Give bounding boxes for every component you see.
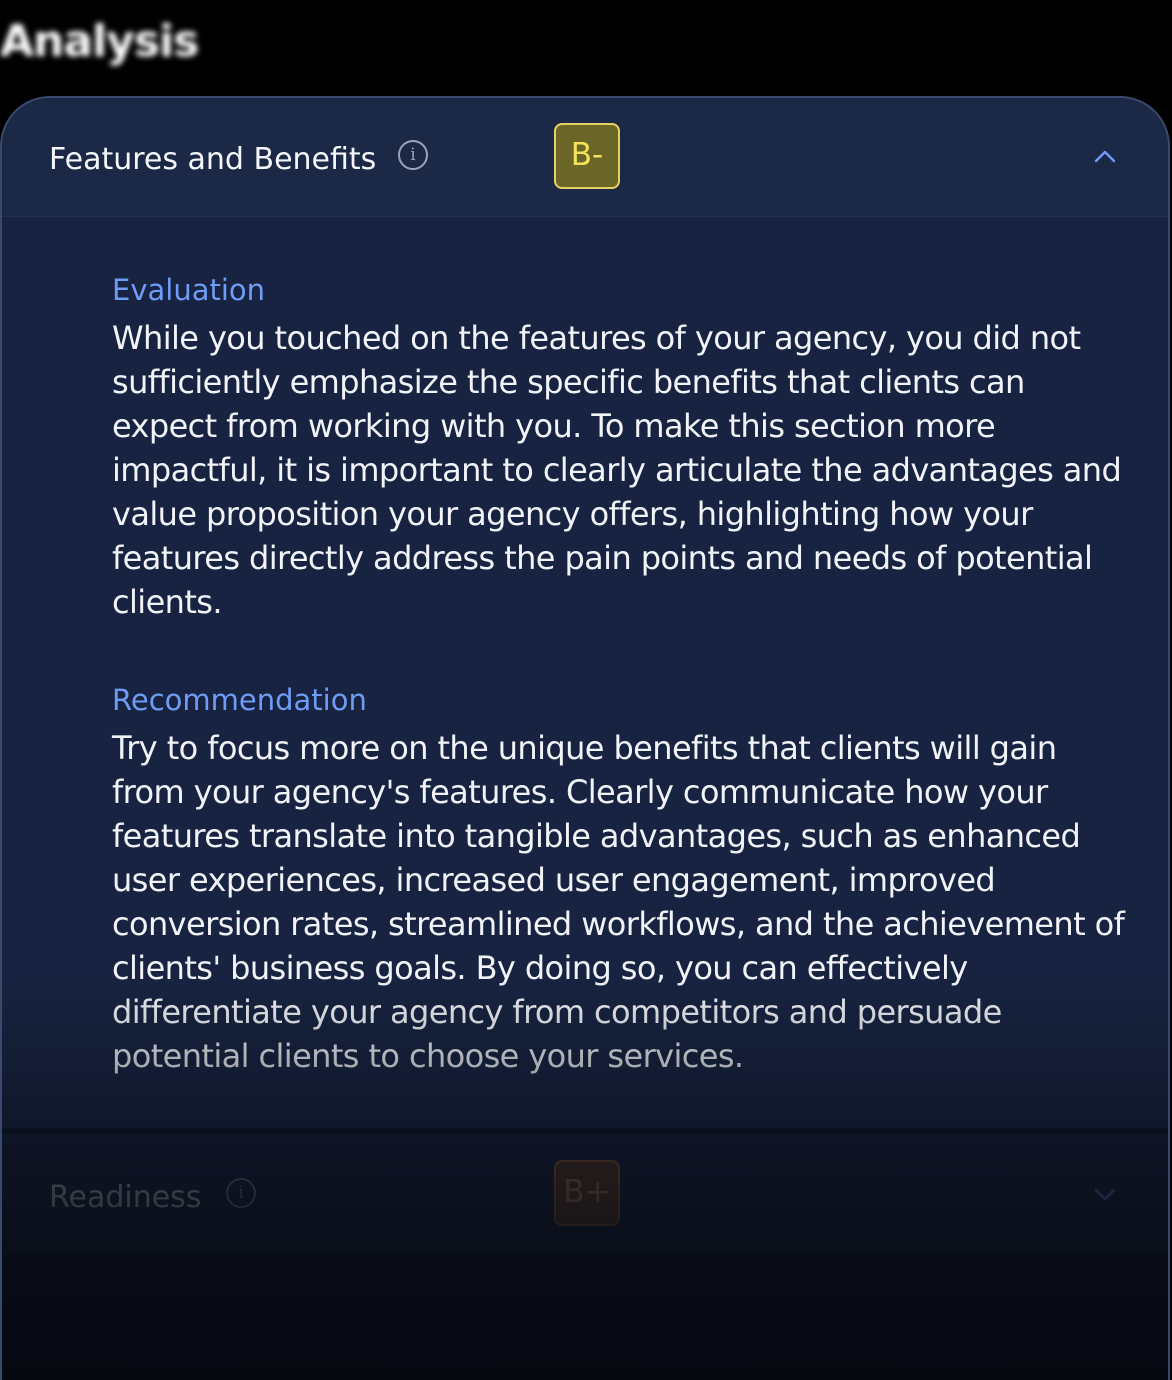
- recommendation-label: Recommendation: [112, 683, 367, 717]
- grade-badge: B-: [554, 123, 620, 189]
- analysis-panel: Features and Benefits i B- Evaluation Wh…: [0, 96, 1170, 1380]
- evaluation-text: While you touched on the features of you…: [112, 319, 1122, 621]
- grade-badge: B+: [554, 1160, 620, 1226]
- recommendation-text: Try to focus more on the unique benefits…: [112, 729, 1125, 1075]
- section-header-features-and-benefits[interactable]: Features and Benefits i B-: [2, 98, 1168, 217]
- page: Analysis Features and Benefits i B- Eval…: [0, 0, 1172, 1380]
- chevron-down-icon[interactable]: [1092, 1186, 1118, 1202]
- section-title: Readiness: [49, 1180, 202, 1215]
- section-header-readiness[interactable]: Readiness i B+: [2, 1134, 1168, 1252]
- chevron-up-icon[interactable]: [1092, 148, 1118, 164]
- info-icon[interactable]: i: [398, 140, 428, 170]
- info-icon[interactable]: i: [226, 1178, 256, 1208]
- evaluation-label: Evaluation: [112, 273, 266, 307]
- page-heading: Analysis: [0, 16, 199, 67]
- section-title: Features and Benefits: [49, 142, 377, 177]
- section-content: Evaluation While you touched on the feat…: [112, 268, 1132, 1078]
